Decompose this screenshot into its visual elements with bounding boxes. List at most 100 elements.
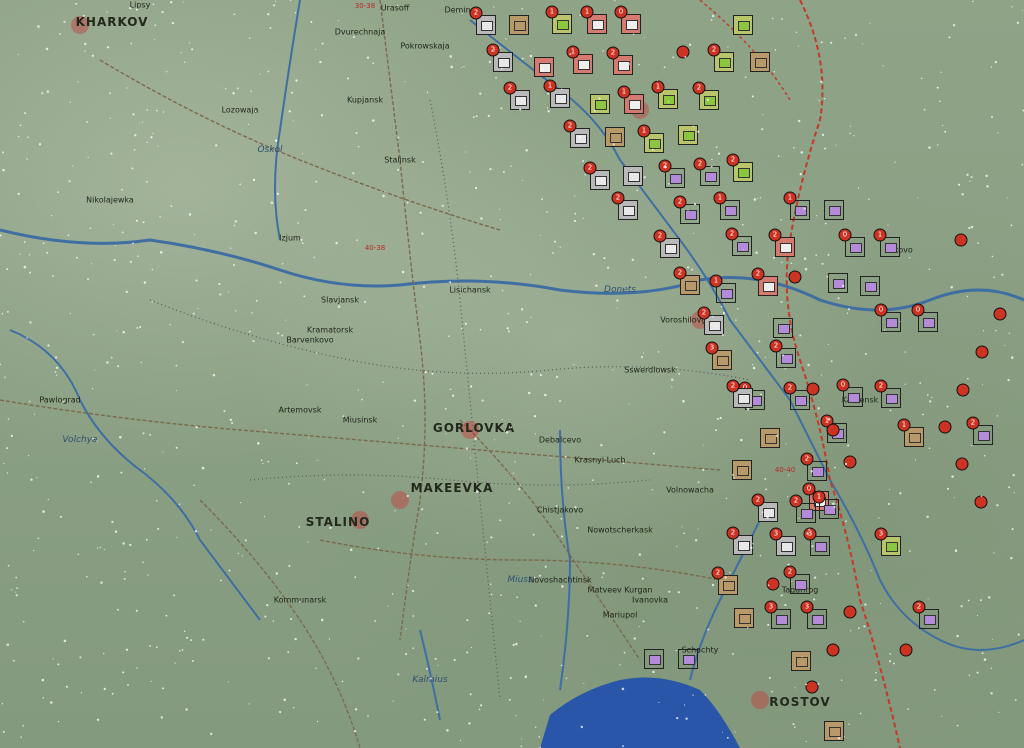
unit-strength-badge[interactable]: 0 [911,303,925,317]
unit-counter-soviet-infantry[interactable] [644,649,664,669]
unit-strength-badge[interactable]: 2 [783,381,797,395]
place-label: Dvurechnaja [334,27,386,37]
unit-counter-infantry[interactable] [509,15,529,35]
unit-counter-soviet-infantry[interactable] [828,273,848,293]
place-label: Urasoff [380,3,410,13]
unit-strength-badge[interactable]: 1 [545,5,559,19]
road-line [319,539,721,581]
combat-marker[interactable] [899,643,913,657]
unit-strength-badge[interactable]: 2 [726,379,740,393]
unit-strength-badge[interactable]: 3 [800,600,814,614]
combat-marker[interactable] [806,382,820,396]
map-canvas[interactable]: KHARKOV STALINO GORLOVKA MAKEEVKA ROSTOV Lips… [0,0,1024,748]
unit-strength-badge[interactable]: 2 [673,195,687,209]
unit-strength-badge[interactable]: 2 [726,526,740,540]
combat-marker[interactable] [826,423,840,437]
unit-counter-soviet-infantry[interactable] [824,200,844,220]
unit-strength-badge[interactable]: 2 [711,566,725,580]
unit-strength-badge[interactable]: 1 [812,490,826,504]
unit-strength-badge[interactable]: 1 [566,45,580,59]
unit-strength-badge[interactable]: 1 [897,418,911,432]
unit-strength-badge[interactable]: 2 [966,416,980,430]
unit-strength-badge[interactable]: 2 [611,191,625,205]
unit-strength-badge[interactable]: 2 [697,306,711,320]
unit-strength-badge[interactable]: 2 [486,43,500,57]
unit-counter-soviet-infantry[interactable] [773,318,793,338]
combat-marker[interactable] [766,577,780,591]
unit-strength-badge[interactable]: 1 [637,124,651,138]
unit-strength-badge[interactable]: 2 [563,119,577,133]
unit-strength-badge[interactable]: 1 [617,85,631,99]
unit-strength-badge[interactable]: 2 [912,600,926,614]
unit-strength-badge[interactable]: 0 [836,378,850,392]
unit-strength-badge[interactable]: 2 [707,43,721,57]
unit-strength-badge[interactable]: 2 [751,267,765,281]
combat-marker[interactable] [975,345,989,359]
unit-strength-badge[interactable]: 3 [769,527,783,541]
unit-counter-infantry[interactable] [605,127,625,147]
combat-marker[interactable] [955,457,969,471]
unit-strength-badge[interactable]: 2 [583,161,597,175]
combat-marker[interactable] [993,307,1007,321]
unit-strength-badge[interactable]: 3 [705,341,719,355]
combat-marker[interactable] [954,233,968,247]
place-label: Ivanovka [631,595,669,605]
unit-counter-mechanized[interactable] [733,15,753,35]
unit-strength-badge[interactable]: 3 [764,600,778,614]
unit-counter-soviet-infantry[interactable] [678,649,698,669]
unit-strength-badge[interactable]: 3 [803,527,817,541]
unit-counter-infantry[interactable] [824,721,844,741]
unit-strength-badge[interactable]: 3 [874,527,888,541]
combat-marker[interactable] [974,495,988,509]
unit-strength-badge[interactable]: 1 [580,5,594,19]
combat-marker[interactable] [676,45,690,59]
unit-strength-badge[interactable]: 2 [783,565,797,579]
unit-strength-badge[interactable]: 0 [614,5,628,19]
unit-strength-badge[interactable]: 1 [709,274,723,288]
unit-counter-infantry[interactable] [750,52,770,72]
combat-marker[interactable] [826,643,840,657]
unit-strength-badge[interactable]: 2 [673,266,687,280]
place-label: Lipsy [129,0,151,10]
unit-counter-axis-support[interactable] [623,166,643,186]
unit-strength-badge[interactable]: 1 [713,191,727,205]
unit-strength-badge[interactable]: 2 [751,493,765,507]
unit-strength-badge[interactable]: 2 [503,81,517,95]
place-label: Novoshachtinsk [528,575,592,585]
unit-strength-badge[interactable]: 0 [874,303,888,317]
hex-coordinate: 30-38 [354,2,376,10]
unit-strength-badge[interactable]: 2 [769,339,783,353]
unit-strength-badge[interactable]: 2 [606,46,620,60]
combat-marker[interactable] [843,605,857,619]
unit-strength-badge[interactable]: 2 [800,452,814,466]
unit-strength-badge[interactable]: 2 [768,228,782,242]
unit-counter-armor[interactable] [534,57,554,77]
unit-strength-badge[interactable]: 0 [838,228,852,242]
unit-counter-infantry[interactable] [791,651,811,671]
unit-strength-badge[interactable]: 2 [658,159,672,173]
unit-strength-badge[interactable]: 1 [543,79,557,93]
combat-marker[interactable] [788,270,802,284]
unit-strength-badge[interactable]: 2 [789,494,803,508]
combat-marker[interactable] [938,420,952,434]
unit-strength-badge[interactable]: 2 [693,157,707,171]
unit-strength-badge[interactable]: 1 [651,80,665,94]
unit-strength-badge[interactable]: 1 [783,191,797,205]
unit-strength-badge[interactable]: 2 [469,6,483,20]
unit-counter-infantry[interactable] [734,608,754,628]
unit-counter-soviet-infantry[interactable] [860,276,880,296]
unit-strength-badge[interactable]: 2 [874,379,888,393]
unit-strength-badge[interactable]: 2 [725,227,739,241]
unit-counter-mechanized[interactable] [590,94,610,114]
unit-counter-mechanized[interactable] [678,125,698,145]
combat-marker[interactable] [805,680,819,694]
terrain-layer [0,0,1024,748]
unit-strength-badge[interactable]: 2 [692,81,706,95]
unit-strength-badge[interactable]: 2 [653,229,667,243]
unit-strength-badge[interactable]: 1 [873,228,887,242]
unit-counter-infantry[interactable] [732,460,752,480]
unit-counter-infantry[interactable] [760,428,780,448]
combat-marker[interactable] [843,455,857,469]
unit-strength-badge[interactable]: 2 [726,153,740,167]
combat-marker[interactable] [956,383,970,397]
